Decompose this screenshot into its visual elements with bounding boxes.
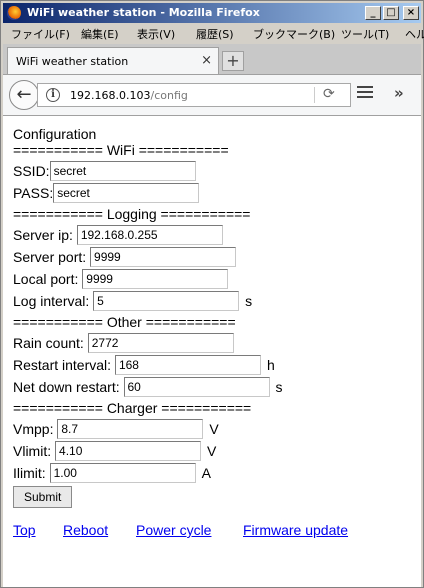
vmpp-row: Vmpp: 8.7 V <box>13 419 219 439</box>
log-interval-label: Log interval: <box>13 293 90 309</box>
page-content: Configuration =========== WiFi =========… <box>3 116 421 587</box>
new-tab-button[interactable]: + <box>222 51 244 71</box>
hamburger-menu-icon[interactable] <box>357 86 373 101</box>
restart-interval-input[interactable]: 168 <box>114 355 261 375</box>
vmpp-label: Vmpp: <box>13 421 54 437</box>
restart-interval-unit: h <box>266 357 275 373</box>
restart-interval-label: Restart interval: <box>13 357 112 373</box>
firefox-icon <box>7 6 21 20</box>
log-interval-row: Log interval: 5s <box>13 291 252 311</box>
net-down-restart-input[interactable]: 60 <box>123 377 270 397</box>
menu-tools[interactable]: ツール(T) <box>341 26 389 42</box>
vlimit-unit: V <box>207 443 217 459</box>
other-section-header: =========== Other =========== <box>13 314 236 330</box>
net-down-restart-row: Net down restart: 60 s <box>13 377 283 397</box>
server-ip-row: Server ip: 192.168.0.255 <box>13 225 223 245</box>
ssid-row: SSID: secret <box>13 161 196 181</box>
server-ip-label: Server ip: <box>13 227 73 243</box>
submit-button[interactable]: Submit <box>13 486 73 508</box>
rain-count-row: Rain count: 2772 <box>13 333 234 353</box>
vlimit-input[interactable]: 4.10 <box>55 441 202 461</box>
ssid-label: SSID: <box>13 163 50 179</box>
site-info-icon[interactable]: i <box>46 88 60 102</box>
overflow-chevron-icon[interactable]: » <box>394 84 404 102</box>
wifi-section-header: =========== WiFi =========== <box>13 142 229 158</box>
url-bar[interactable]: i 192.168.0.103/config ⟳ <box>37 83 351 107</box>
maximize-button[interactable]: □ <box>383 6 399 20</box>
menu-file[interactable]: ファイル(F) <box>11 26 70 42</box>
rain-count-label: Rain count: <box>13 335 84 351</box>
tab-wifi-weather-station[interactable]: WiFi weather station × <box>7 47 219 74</box>
close-window-button[interactable]: × <box>403 6 419 20</box>
link-reboot[interactable]: Reboot <box>63 522 108 538</box>
ssid-input[interactable]: secret <box>49 161 196 181</box>
navigation-bar: ← i 192.168.0.103/config ⟳ » <box>3 75 421 116</box>
link-firmware-update[interactable]: Firmware update <box>243 522 348 538</box>
vlimit-row: Vlimit: 4.10 V <box>13 441 216 461</box>
vlimit-label: Vlimit: <box>13 443 52 459</box>
menu-edit[interactable]: 編集(E) <box>81 26 119 42</box>
menu-help[interactable]: ヘル <box>405 26 424 42</box>
menu-history[interactable]: 履歴(S) <box>196 26 234 42</box>
net-down-restart-unit: s <box>275 379 283 395</box>
window-title: WiFi weather station - Mozilla Firefox <box>27 6 260 19</box>
server-port-label: Server port: <box>13 249 87 265</box>
url-divider <box>314 87 315 103</box>
rain-count-input[interactable]: 2772 <box>87 333 234 353</box>
tab-strip: WiFi weather station × + <box>3 44 421 75</box>
menu-bookmarks[interactable]: ブックマーク(B) <box>253 26 335 42</box>
local-port-label: Local port: <box>13 271 79 287</box>
pass-label: PASS: <box>13 185 54 201</box>
server-ip-input[interactable]: 192.168.0.255 <box>76 225 223 245</box>
charger-section-header: =========== Charger =========== <box>13 400 252 416</box>
logging-section-header: =========== Logging =========== <box>13 206 251 222</box>
menu-view[interactable]: 表示(V) <box>137 26 175 42</box>
log-interval-unit: s <box>245 293 253 309</box>
ilimit-label: Ilimit: <box>13 465 46 481</box>
ilimit-unit: A <box>201 465 211 481</box>
ilimit-input[interactable]: 1.00 <box>49 463 196 483</box>
vmpp-input[interactable]: 8.7 <box>57 419 204 439</box>
url-path: /config <box>150 89 188 102</box>
pass-row: PASS: secret <box>13 183 200 203</box>
server-port-row: Server port: 9999 <box>13 247 237 267</box>
ilimit-row: Ilimit: 1.00 A <box>13 463 211 483</box>
tab-close-icon[interactable]: × <box>201 53 212 68</box>
url-host: 192.168.0.103 <box>70 89 151 102</box>
log-interval-input[interactable]: 5 <box>93 291 240 311</box>
url-text[interactable]: 192.168.0.103/config <box>70 89 188 102</box>
server-port-input[interactable]: 9999 <box>90 247 237 267</box>
restart-interval-row: Restart interval: 168 h <box>13 355 275 375</box>
browser-window: WiFi weather station - Mozilla Firefox _… <box>0 0 424 588</box>
reload-icon[interactable]: ⟳ <box>323 86 335 102</box>
local-port-row: Local port: 9999 <box>13 269 229 289</box>
vmpp-unit: V <box>209 421 219 437</box>
local-port-input[interactable]: 9999 <box>82 269 229 289</box>
tab-title: WiFi weather station <box>16 55 129 68</box>
link-power-cycle[interactable]: Power cycle <box>136 522 211 538</box>
minimize-button[interactable]: _ <box>365 6 381 20</box>
net-down-restart-label: Net down restart: <box>13 379 120 395</box>
menu-bar: ファイル(F) 編集(E) 表示(V) 履歴(S) ブックマーク(B) ツール(… <box>3 23 424 43</box>
back-button[interactable]: ← <box>9 80 39 110</box>
title-bar[interactable]: WiFi weather station - Mozilla Firefox _… <box>3 3 421 23</box>
link-top[interactable]: Top <box>13 522 36 538</box>
pass-input[interactable]: secret <box>53 183 200 203</box>
